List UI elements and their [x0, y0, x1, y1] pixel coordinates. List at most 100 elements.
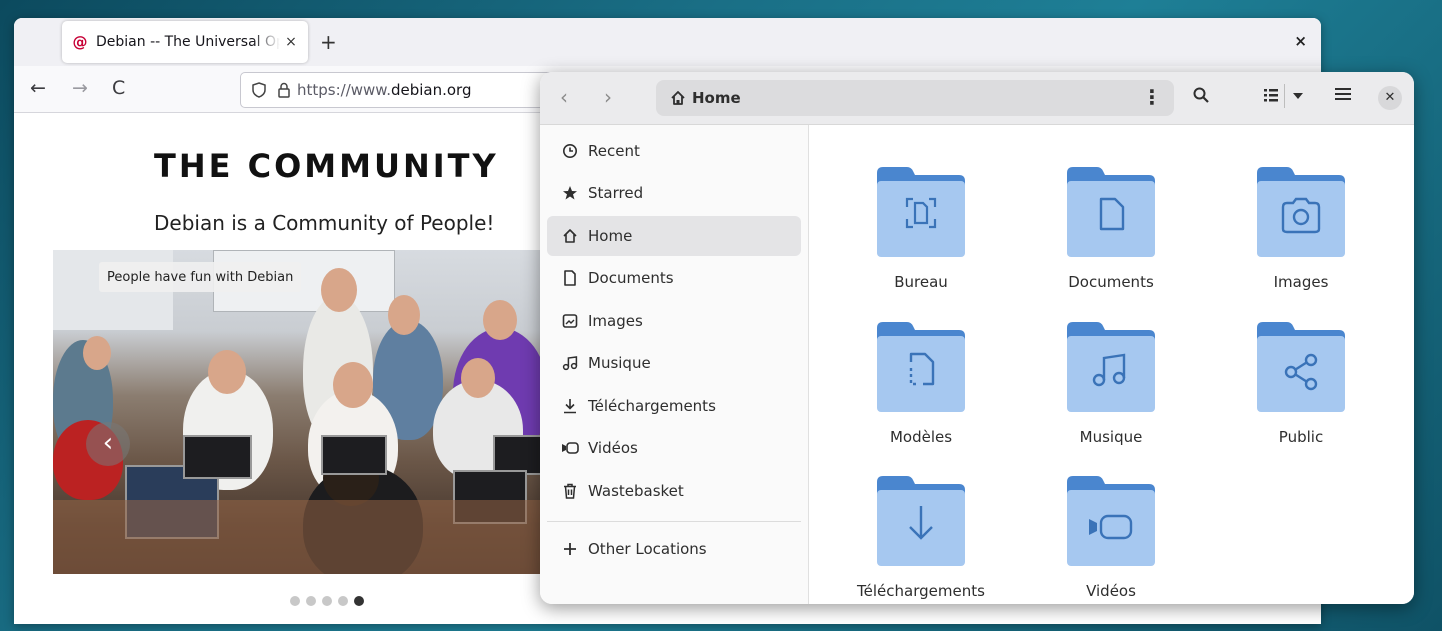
sidebar-item-telechargements[interactable]: Téléchargements	[547, 386, 801, 426]
carousel-dot[interactable]	[290, 596, 300, 606]
sidebar-item-label: Home	[588, 227, 633, 245]
star-icon	[561, 185, 579, 201]
search-icon[interactable]	[1192, 86, 1210, 104]
tab-title: Debian -- The Universal Operating System	[96, 34, 280, 50]
video-icon	[561, 441, 579, 455]
folder-label: Vidéos	[1086, 582, 1136, 600]
sidebar-item-label: Recent	[588, 142, 640, 160]
sidebar-item-videos[interactable]: Vidéos	[547, 428, 801, 468]
files-sidebar: Recent Starred Home Documents Images Mus…	[540, 125, 809, 604]
folder-telechargements[interactable]: Téléchargements	[831, 440, 1011, 600]
shield-icon	[251, 82, 267, 98]
carousel-dot-active[interactable]	[354, 596, 364, 606]
sidebar-item-other-locations[interactable]: Other Locations	[547, 529, 801, 569]
back-arrow-icon[interactable]: ←	[30, 76, 46, 100]
back-chevron-icon[interactable]: ‹	[560, 86, 568, 108]
photo-person	[321, 268, 357, 312]
url-text: https://www.debian.org	[297, 81, 471, 99]
photo-person	[83, 336, 111, 370]
photo-laptop	[493, 435, 547, 475]
chevron-down-icon[interactable]	[1292, 92, 1304, 100]
document-icon	[1067, 167, 1155, 257]
list-view-icon[interactable]	[1262, 86, 1280, 104]
files-header-bar: ‹ › Home ⋮ ✕	[540, 72, 1414, 125]
files-window: ‹ › Home ⋮ ✕ Recent Starred Home Documen…	[540, 72, 1414, 604]
lock-icon	[277, 82, 291, 98]
photo-laptop	[321, 435, 387, 475]
photo-person	[388, 295, 420, 335]
photo-person	[461, 358, 495, 398]
share-icon	[1257, 322, 1345, 412]
tab-close-button[interactable]: ×	[280, 34, 302, 50]
sidebar-item-label: Vidéos	[588, 439, 638, 457]
sidebar-item-starred[interactable]: Starred	[547, 173, 801, 213]
sidebar-item-label: Other Locations	[588, 540, 707, 558]
sidebar-item-home[interactable]: Home	[547, 216, 801, 256]
debian-swirl-icon: @	[72, 33, 88, 51]
carousel-prev-button[interactable]: ‹	[86, 422, 130, 466]
files-close-button[interactable]: ✕	[1378, 86, 1402, 110]
folder-bureau[interactable]: Bureau	[831, 131, 1011, 291]
url-prefix: https://www.	[297, 81, 391, 99]
photo-person	[333, 362, 373, 408]
community-photo[interactable]: People have fun with Debian ‹	[53, 250, 553, 574]
forward-arrow-icon[interactable]: →	[72, 76, 88, 100]
browser-tab[interactable]: @ Debian -- The Universal Operating Syst…	[62, 21, 308, 63]
url-domain: debian.org	[390, 81, 472, 99]
url-bar[interactable]: https://www.debian.org	[240, 72, 562, 108]
sidebar-item-label: Images	[588, 312, 643, 330]
carousel-dot[interactable]	[338, 596, 348, 606]
new-tab-button[interactable]: +	[320, 30, 337, 54]
carousel-dots	[290, 596, 364, 606]
folder-musique[interactable]: Musique	[1021, 286, 1201, 446]
trash-icon	[561, 483, 579, 499]
path-location: Home	[692, 89, 741, 107]
template-icon	[877, 322, 965, 412]
video-icon	[1067, 476, 1155, 566]
page-heading: THE COMMUNITY	[154, 147, 499, 185]
camera-icon	[1257, 167, 1345, 257]
path-menu-icon[interactable]: ⋮	[1142, 86, 1162, 108]
plus-icon	[561, 542, 579, 556]
folder-public[interactable]: Public	[1211, 286, 1391, 446]
folder-documents[interactable]: Documents	[1021, 131, 1201, 291]
music-icon	[561, 355, 579, 371]
sidebar-item-label: Musique	[588, 354, 651, 372]
folder-label: Téléchargements	[857, 582, 985, 600]
folder-label: Public	[1278, 428, 1324, 446]
image-icon	[561, 313, 579, 329]
reload-icon[interactable]: C	[112, 76, 125, 100]
folder-modeles[interactable]: Modèles	[831, 286, 1011, 446]
download-icon	[561, 398, 579, 414]
music-icon	[1067, 322, 1155, 412]
sidebar-item-label: Starred	[588, 184, 644, 202]
path-bar[interactable]: Home ⋮	[656, 80, 1174, 116]
page-subheading: Debian is a Community of People!	[154, 211, 495, 235]
sidebar-item-wastebasket[interactable]: Wastebasket	[547, 471, 801, 511]
folder-images[interactable]: Images	[1211, 131, 1391, 291]
sidebar-item-musique[interactable]: Musique	[547, 343, 801, 383]
hamburger-menu-icon[interactable]	[1334, 86, 1352, 102]
photo-table	[53, 500, 553, 574]
sidebar-item-images[interactable]: Images	[547, 301, 801, 341]
document-icon	[561, 270, 579, 286]
carousel-dot[interactable]	[322, 596, 332, 606]
tab-bar: @ Debian -- The Universal Operating Syst…	[14, 18, 1321, 66]
browser-close-button[interactable]: ×	[1294, 32, 1307, 50]
clock-icon	[561, 143, 579, 159]
sidebar-item-label: Documents	[588, 269, 674, 287]
sidebar-item-recent[interactable]: Recent	[547, 131, 801, 171]
home-icon	[670, 90, 686, 106]
photo-person	[483, 300, 517, 340]
forward-chevron-icon[interactable]: ›	[604, 86, 612, 108]
photo-caption: People have fun with Debian	[99, 262, 302, 292]
download-icon	[877, 476, 965, 566]
sidebar-item-label: Wastebasket	[588, 482, 684, 500]
photo-laptop	[183, 435, 252, 479]
folder-grid: Bureau Documents Images Modèles Musique …	[809, 125, 1414, 604]
view-divider	[1284, 84, 1285, 108]
folder-videos[interactable]: Vidéos	[1021, 440, 1201, 600]
sidebar-divider	[547, 521, 801, 522]
carousel-dot[interactable]	[306, 596, 316, 606]
sidebar-item-documents[interactable]: Documents	[547, 258, 801, 298]
